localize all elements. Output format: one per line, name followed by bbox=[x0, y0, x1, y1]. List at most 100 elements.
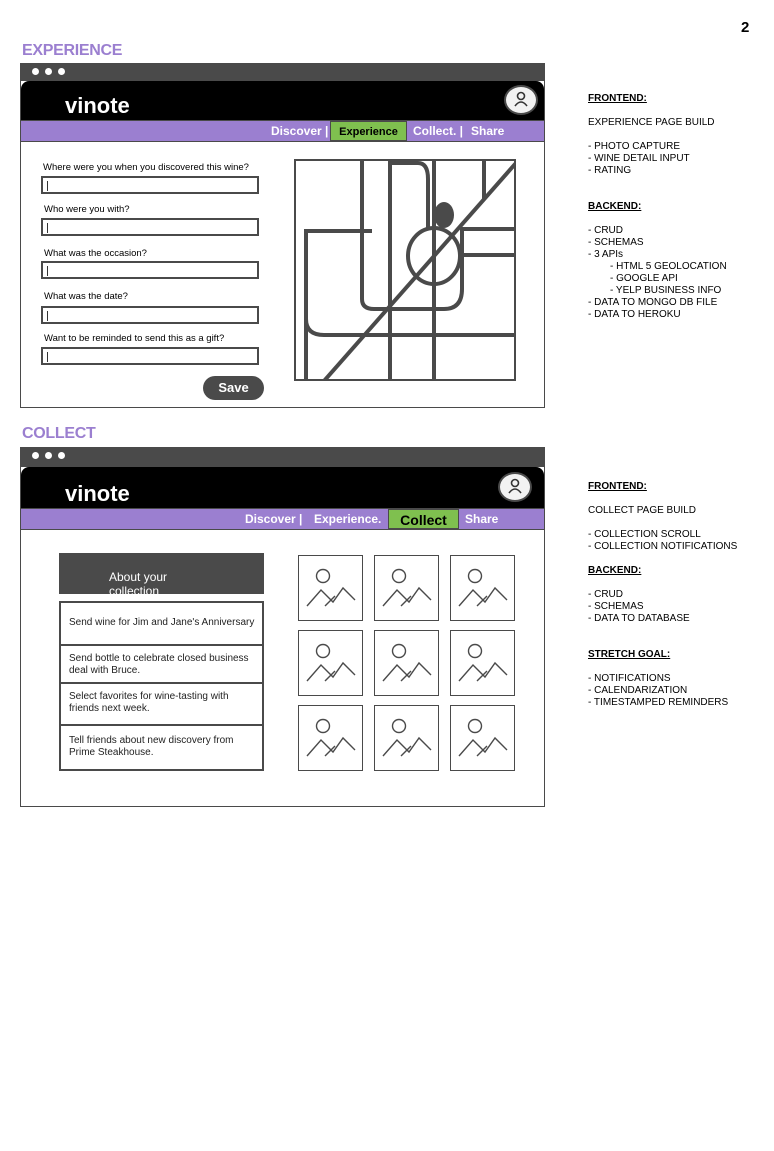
notes-item: - COLLECTION SCROLL bbox=[588, 529, 701, 540]
save-button[interactable]: Save bbox=[203, 376, 264, 400]
image-placeholder-icon bbox=[458, 643, 508, 682]
task-text: Send bottle to celebrate closed business… bbox=[69, 653, 249, 676]
notes-item: - DATA TO HEROKU bbox=[588, 309, 681, 320]
about-collection-title: About your collection bbox=[109, 570, 168, 594]
collection-thumbnail[interactable] bbox=[374, 555, 439, 621]
collect-notes: FRONTEND: COLLECT PAGE BUILD - COLLECTIO… bbox=[588, 481, 737, 709]
image-placeholder-icon bbox=[458, 568, 508, 607]
app-logo[interactable]: vinote bbox=[65, 93, 130, 119]
collection-thumbnail[interactable] bbox=[450, 630, 515, 696]
question-label: What was the occasion? bbox=[44, 248, 147, 259]
collect-browser-bar bbox=[20, 447, 545, 467]
image-placeholder-icon bbox=[306, 643, 356, 682]
nav-experience[interactable]: Experience. bbox=[314, 509, 381, 529]
question-label: Where were you when you discovered this … bbox=[43, 162, 249, 173]
occasion-input[interactable] bbox=[41, 261, 259, 279]
nav-collect[interactable]: Collect. | bbox=[413, 121, 463, 141]
collection-thumbnail[interactable] bbox=[298, 555, 363, 621]
notes-item: - CRUD bbox=[588, 225, 623, 236]
notes-item: - RATING bbox=[588, 165, 632, 176]
notes-item: - COLLECTION NOTIFICATIONS bbox=[588, 541, 738, 552]
nav-share[interactable]: Share bbox=[471, 121, 504, 141]
image-placeholder-icon bbox=[306, 568, 356, 607]
question-label: What was the date? bbox=[44, 291, 128, 302]
notes-backend-heading: BACKEND: bbox=[588, 201, 642, 212]
notes-item: - TIMESTAMPED REMINDERS bbox=[588, 697, 729, 708]
notes-item: - YELP BUSINESS INFO bbox=[610, 285, 722, 296]
nav-experience[interactable]: Experience bbox=[330, 121, 407, 141]
location-map[interactable] bbox=[294, 159, 516, 381]
task-text: Tell friends about new discovery from Pr… bbox=[69, 735, 234, 758]
task-text: Select favorites for wine-tasting with f… bbox=[69, 691, 229, 714]
window-dot bbox=[45, 452, 52, 459]
nav-discover[interactable]: Discover | bbox=[245, 509, 302, 529]
notes-stretch-heading: STRETCH GOAL: bbox=[588, 649, 671, 660]
notes-frontend-heading: FRONTEND: bbox=[588, 93, 647, 104]
collection-thumbnail[interactable] bbox=[298, 705, 363, 771]
question-label: Who were you with? bbox=[44, 204, 130, 215]
about-collection-header: About your collection bbox=[59, 553, 264, 594]
list-item[interactable]: Send bottle to celebrate closed business… bbox=[61, 646, 262, 684]
nav-share[interactable]: Share bbox=[465, 509, 498, 529]
list-item[interactable]: Tell friends about new discovery from Pr… bbox=[61, 726, 262, 769]
window-dot bbox=[32, 68, 39, 75]
notes-item: - PHOTO CAPTURE bbox=[588, 141, 681, 152]
notes-item: - HTML 5 GEOLOCATION bbox=[610, 261, 727, 272]
collection-thumbnail[interactable] bbox=[450, 555, 515, 621]
notes-item: - DATA TO MONGO DB FILE bbox=[588, 297, 718, 308]
companions-input[interactable] bbox=[41, 218, 259, 236]
experience-section-title: EXPERIENCE bbox=[22, 42, 123, 59]
collect-section-title: COLLECT bbox=[22, 425, 96, 442]
experience-app-header: vinote bbox=[21, 81, 544, 120]
image-placeholder-icon bbox=[382, 568, 432, 607]
page-number: 2 bbox=[741, 19, 750, 36]
notes-item: - 3 APIs bbox=[588, 249, 624, 260]
location-input[interactable] bbox=[41, 176, 259, 194]
collection-task-list: Send wine for Jim and Jane's Anniversary… bbox=[59, 601, 264, 771]
nav-collect[interactable]: Collect bbox=[388, 509, 459, 529]
window-dot bbox=[45, 68, 52, 75]
notes-item: - CALENDARIZATION bbox=[588, 685, 688, 696]
gift-reminder-input[interactable] bbox=[41, 347, 259, 365]
list-item[interactable]: Send wine for Jim and Jane's Anniversary bbox=[61, 603, 262, 646]
image-placeholder-icon bbox=[306, 718, 356, 757]
window-dot bbox=[32, 452, 39, 459]
collect-app-header: vinote bbox=[21, 467, 544, 508]
app-logo[interactable]: vinote bbox=[65, 481, 130, 507]
notes-frontend-heading: FRONTEND: bbox=[588, 481, 647, 492]
nav-discover[interactable]: Discover | bbox=[271, 121, 328, 141]
collection-thumbnail[interactable] bbox=[374, 630, 439, 696]
notes-item: - GOOGLE API bbox=[610, 273, 678, 284]
user-avatar[interactable] bbox=[504, 85, 538, 115]
notes-backend-heading: BACKEND: bbox=[588, 565, 642, 576]
experience-app-frame: vinote Discover | Experience Collect. | … bbox=[20, 80, 545, 408]
notes-item: - CRUD bbox=[588, 589, 623, 600]
collection-thumbnail[interactable] bbox=[298, 630, 363, 696]
image-placeholder-icon bbox=[382, 643, 432, 682]
map-icon bbox=[304, 161, 514, 379]
user-icon bbox=[514, 91, 528, 107]
image-placeholder-icon bbox=[382, 718, 432, 757]
notes-item: - SCHEMAS bbox=[588, 237, 644, 248]
notes-frontend-title: COLLECT PAGE BUILD bbox=[588, 505, 696, 516]
experience-nav-bar: Discover | Experience Collect. | Share bbox=[21, 120, 544, 142]
notes-item: - DATA TO DATABASE bbox=[588, 613, 690, 624]
window-dot bbox=[58, 452, 65, 459]
window-dot bbox=[58, 68, 65, 75]
question-label: Want to be reminded to send this as a gi… bbox=[44, 333, 225, 344]
user-avatar[interactable] bbox=[498, 472, 532, 502]
date-input[interactable] bbox=[41, 306, 259, 324]
notes-item: - NOTIFICATIONS bbox=[588, 673, 671, 684]
list-item[interactable]: Select favorites for wine-tasting with f… bbox=[61, 684, 262, 726]
notes-item: - WINE DETAIL INPUT bbox=[588, 153, 690, 164]
notes-frontend-title: EXPERIENCE PAGE BUILD bbox=[588, 117, 715, 128]
notes-item: - SCHEMAS bbox=[588, 601, 644, 612]
collect-nav-bar: Discover | Experience. Collect Share bbox=[21, 508, 544, 530]
collection-thumbnail[interactable] bbox=[374, 705, 439, 771]
collect-app-frame: vinote Discover | Experience. Collect Sh… bbox=[20, 466, 545, 807]
user-icon bbox=[508, 478, 522, 494]
image-placeholder-icon bbox=[458, 718, 508, 757]
experience-notes: FRONTEND: EXPERIENCE PAGE BUILD - PHOTO … bbox=[588, 93, 727, 321]
collection-thumbnail[interactable] bbox=[450, 705, 515, 771]
task-text: Send wine for Jim and Jane's Anniversary bbox=[69, 617, 255, 628]
